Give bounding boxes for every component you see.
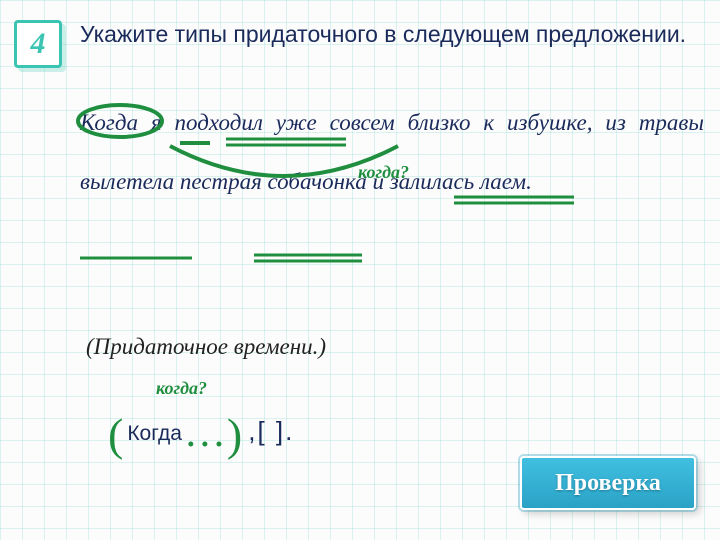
scheme-ellipsis: …: [184, 412, 227, 454]
task-number: 4: [31, 27, 46, 61]
task-number-badge: 4: [14, 20, 62, 68]
slide: 4 Укажите типы придаточного в следующем …: [0, 0, 720, 540]
scheme-open-paren: (: [108, 412, 123, 458]
scheme-main-clause: ,[ ]: [248, 416, 285, 447]
check-button-label: Проверка: [555, 470, 661, 497]
scheme-close-paren: ): [227, 412, 242, 458]
answer-text: (Придаточное времени.): [86, 334, 326, 360]
scheme-period: .: [285, 416, 292, 447]
scheme-conjunction: Когда: [127, 422, 182, 446]
double-underline-zalilas: [254, 252, 362, 264]
question-label-main: когда?: [358, 162, 409, 183]
underline-sobachonka: [80, 255, 192, 261]
example-sentence: Когда я подходил уже совсем близко к изб…: [80, 94, 704, 211]
question-label-scheme: когда?: [156, 378, 207, 399]
sentence-scheme: ( Когда … ) ,[ ] .: [108, 402, 292, 456]
check-button[interactable]: Проверка: [520, 456, 696, 510]
task-prompt: Укажите типы придаточного в следующем пр…: [80, 20, 704, 49]
